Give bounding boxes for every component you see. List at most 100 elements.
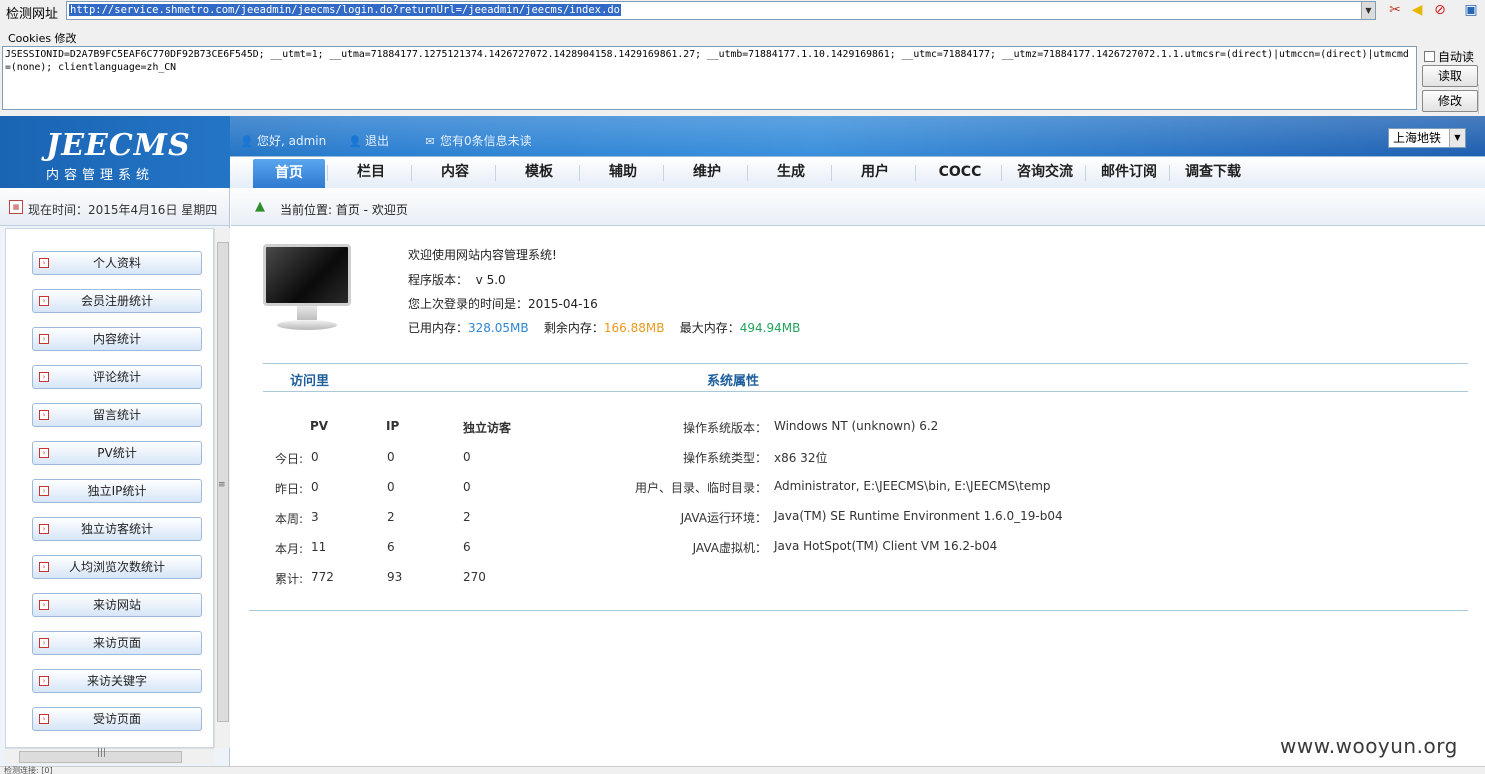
sidebar-menu-item[interactable]: › 内容统计	[32, 327, 202, 351]
sidebar-menu-item[interactable]: › 来访关键字	[32, 669, 202, 693]
messages-link[interactable]: ✉ 您有0条信息未读	[423, 132, 531, 149]
sidebar-menu-item[interactable]: › 个人资料	[32, 251, 202, 275]
url-input[interactable]: http://service.shmetro.com/jeeadmin/jeec…	[66, 1, 1376, 20]
nav-separator	[579, 165, 580, 181]
arrow-right-icon: ›	[39, 258, 49, 268]
last-login-value: 2015-04-16	[528, 297, 598, 311]
sidebar-menu-item[interactable]: › 受访页面	[32, 707, 202, 731]
nav-tab[interactable]: 模板	[497, 157, 581, 188]
arrow-right-icon: ›	[39, 638, 49, 648]
read-button[interactable]: 读取	[1422, 65, 1478, 87]
status-text: 检测连接: [0]	[4, 766, 53, 774]
system-property-value: x86 32位	[774, 451, 828, 465]
sidebar-menu-item[interactable]: › PV统计	[32, 441, 202, 465]
visits-cell-pv: 3	[311, 510, 319, 524]
date-bar: ▦ 现在时间：2015年4月16日 星期四	[0, 188, 229, 226]
sidebar-menu-item[interactable]: › 来访网站	[32, 593, 202, 617]
back-arrow-icon[interactable]: ◀	[1408, 2, 1426, 19]
logo-text: JEECMS	[46, 128, 191, 163]
arrow-right-icon: ›	[39, 296, 49, 306]
greeting: 👤 您好, admin	[240, 134, 327, 148]
nav-tab[interactable]: 邮件订阅	[1087, 157, 1171, 188]
sidebar-menu-label: 会员注册统计	[80, 294, 153, 308]
sidebar-menu-item[interactable]: › 独立IP统计	[32, 479, 202, 503]
version-value: v 5.0	[475, 273, 506, 287]
arrow-right-icon: ›	[39, 524, 49, 534]
site-select[interactable]: 上海地铁 ▼	[1388, 128, 1466, 148]
sidebar-menu-label: 人均浏览次数统计	[68, 560, 165, 574]
welcome-text: 欢迎使用网站内容管理系统!	[408, 248, 557, 262]
sidebar-menu-item[interactable]: › 留言统计	[32, 403, 202, 427]
visits-cell-pv: 772	[311, 570, 334, 584]
visits-cell-pv: 0	[311, 450, 319, 464]
sidebar-menu-label: 内容统计	[92, 332, 141, 346]
arrow-right-icon: ›	[39, 562, 49, 572]
site-select-value: 上海地铁	[1393, 131, 1442, 145]
divider	[263, 363, 1468, 364]
memory-max-value: 494.94MB	[739, 321, 801, 335]
stop-icon[interactable]: ⊘	[1431, 2, 1449, 19]
main-nav: 首页 栏目 内容 模板 辅助 维护 生成 用户 COCC 咨询交流 邮件订阅 调查下载	[230, 156, 1485, 188]
sidebar-menu-item[interactable]: › 评论统计	[32, 365, 202, 389]
sidebar-menu-label: 来访网站	[92, 598, 141, 612]
sidebar-horizontal-scrollbar[interactable]: |||	[5, 748, 214, 764]
nav-tab[interactable]: 用户	[833, 157, 917, 188]
nav-tab[interactable]: 维护	[665, 157, 749, 188]
nav-tab[interactable]: 辅助	[581, 157, 665, 188]
nav-separator	[1169, 165, 1170, 181]
checkbox-box[interactable]	[1424, 51, 1435, 62]
visits-cell-label: 本月:	[275, 542, 304, 556]
nav-tab[interactable]: 生成	[749, 157, 833, 188]
sidebar-menu-label: 留言统计	[92, 408, 141, 422]
cookie-textarea[interactable]: JSESSIONID=D2A7B9FC5EAF6C770DF92B73CE6F5…	[2, 46, 1417, 110]
main-content: ▲ 当前位置: 首页 - 欢迎页 欢迎使用网站内容管理系统! 程序版本： v 5…	[231, 188, 1485, 766]
memory-used-value: 328.05MB	[468, 321, 529, 335]
tools-icon[interactable]: ✂	[1386, 2, 1404, 19]
system-property-value: Java(TM) SE Runtime Environment 1.6.0_19…	[774, 509, 1063, 523]
sidebar-menu-label: 来访页面	[92, 636, 141, 650]
monitor-icon	[259, 244, 355, 340]
logout-link[interactable]: 👤 退出	[348, 132, 389, 149]
auto-read-label: 自动读	[1438, 50, 1475, 64]
nav-separator	[915, 165, 916, 181]
sidebar-menu-label: 来访关键字	[86, 674, 147, 688]
auto-read-checkbox[interactable]: 自动读	[1424, 48, 1474, 65]
system-section-title: 系统属性	[707, 374, 760, 389]
sidebar-menu-item[interactable]: › 独立访客统计	[32, 517, 202, 541]
modify-button[interactable]: 修改	[1422, 90, 1478, 112]
nav-tab[interactable]: 调查下载	[1171, 157, 1255, 188]
user-icon: 👤	[240, 135, 254, 148]
url-dropdown-icon[interactable]: ▼	[1361, 2, 1375, 19]
chevron-down-icon[interactable]: ▼	[1449, 129, 1465, 147]
arrow-right-icon: ›	[39, 486, 49, 496]
nav-tab[interactable]: 栏目	[329, 157, 413, 188]
breadcrumb: 当前位置: 首页 - 欢迎页	[280, 203, 408, 217]
sidebar-menu-label: 评论统计	[92, 370, 141, 384]
home-icon: ▲	[255, 199, 265, 214]
system-property-key: 操作系统版本：	[682, 421, 767, 435]
sidebar-vertical-scrollbar[interactable]: ≡	[214, 228, 230, 748]
sidebar-menu-item[interactable]: › 会员注册统计	[32, 289, 202, 313]
visits-header-ip: IP	[386, 419, 400, 433]
visits-header-pv: PV	[310, 419, 329, 433]
sidebar-menu-item[interactable]: › 人均浏览次数统计	[32, 555, 202, 579]
nav-separator	[831, 165, 832, 181]
nav-tab[interactable]: 咨询交流	[1003, 157, 1087, 188]
save-disk-icon[interactable]: ▣	[1462, 2, 1480, 19]
arrow-right-icon: ›	[39, 410, 49, 420]
memory-line: 已用内存：328.05MB 剩余内存：166.88MB 最大内存：494.94M…	[408, 321, 801, 335]
nav-tab[interactable]: 首页	[253, 159, 325, 188]
sidebar: ▦ 现在时间：2015年4月16日 星期四 › 个人资料 › 会员注册统计 › 内容统计 ›…	[0, 188, 230, 766]
system-property-key: 操作系统类型：	[682, 451, 767, 465]
cookies-label: Cookies 修改	[8, 32, 77, 45]
nav-tab[interactable]: 内容	[413, 157, 497, 188]
current-date: 现在时间：2015年4月16日 星期四	[28, 203, 218, 217]
system-property-key: JAVA运行环境：	[680, 511, 767, 525]
system-property-value: Java HotSpot(TM) Client VM 16.2-b04	[774, 539, 998, 553]
visits-cell-ip: 93	[387, 570, 403, 584]
visits-cell-label: 本周:	[275, 512, 304, 526]
sidebar-menu-item[interactable]: › 来访页面	[32, 631, 202, 655]
arrow-right-icon: ›	[39, 372, 49, 382]
last-login-line: 您上次登录的时间是：2015-04-16	[408, 297, 598, 311]
nav-tab[interactable]: COCC	[917, 157, 1003, 188]
